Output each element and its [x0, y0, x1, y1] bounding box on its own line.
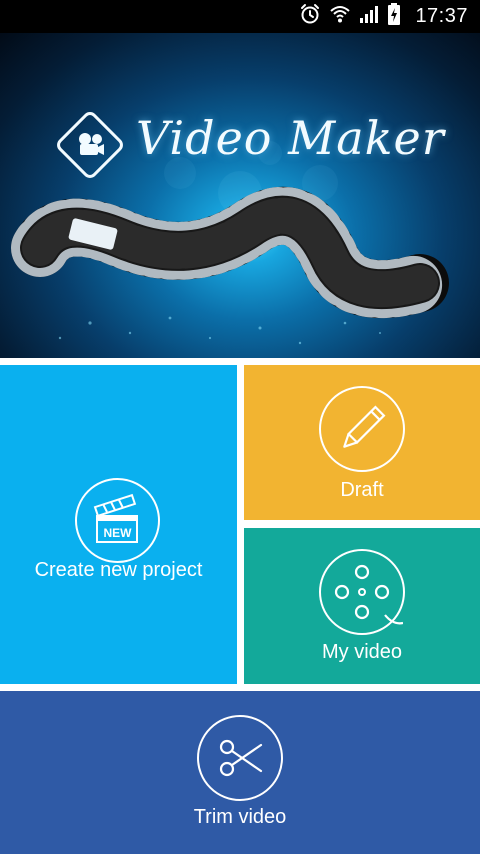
draft-label: Draft: [340, 479, 384, 501]
scissors-icon: [197, 715, 283, 801]
new-badge: NEW: [103, 526, 132, 540]
status-time: 17:37: [415, 5, 468, 27]
film-strip-graphic: [11, 186, 449, 319]
my-video-tile[interactable]: My video: [244, 528, 480, 684]
status-bar: 17:37: [0, 0, 480, 33]
pencil-icon: [319, 386, 405, 472]
wifi-icon: [329, 3, 351, 30]
clapperboard-icon: NEW: [75, 478, 160, 563]
create-new-project-label: Create new project: [34, 559, 203, 581]
film-reel-icon: [319, 549, 405, 635]
banner-image: Video Maker: [0, 33, 480, 358]
battery-charging-icon: [387, 2, 401, 31]
create-new-project-tile[interactable]: NEW Create new project: [0, 365, 237, 684]
draft-tile[interactable]: Draft: [244, 365, 480, 520]
app-title: Video Maker: [136, 111, 445, 165]
camera-diamond-icon: [57, 112, 123, 178]
trim-video-label: Trim video: [193, 806, 287, 828]
trim-video-tile[interactable]: Trim video: [0, 691, 480, 854]
alarm-icon: [299, 3, 321, 30]
status-icons: 17:37: [299, 0, 468, 33]
banner-artwork: [11, 112, 449, 345]
signal-icon: [359, 3, 379, 30]
my-video-label: My video: [321, 641, 403, 663]
